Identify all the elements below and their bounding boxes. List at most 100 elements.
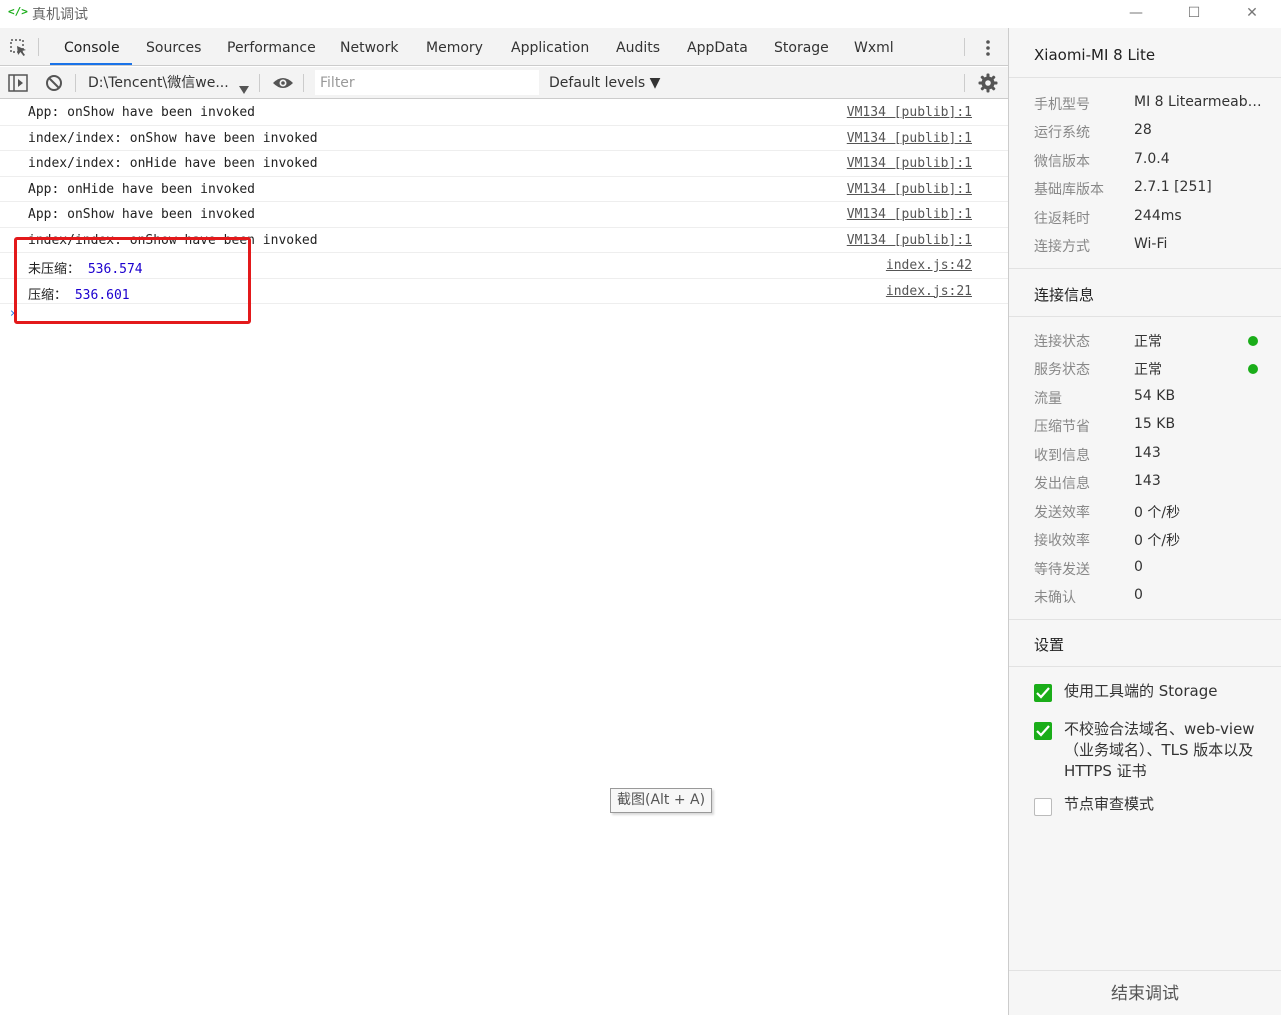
console-settings-gear-icon[interactable] [978,73,998,97]
log-row: App: onShow have been invoked VM134 [pub… [0,202,1008,228]
divider [1009,619,1281,620]
inspect-element-icon[interactable] [10,39,28,61]
divider [1009,268,1281,269]
info-key: 基础库版本 [1034,182,1104,198]
info-row: 基础库版本 2.7.1 [251] [1034,179,1274,207]
info-key: 发出信息 [1034,476,1090,492]
info-value: 143 [1134,473,1161,489]
more-options-icon[interactable] [984,39,992,61]
show-sidebar-icon[interactable] [8,74,28,96]
log-message: index/index: onShow have been invoked [28,130,318,146]
node-inspect-checkbox[interactable] [1034,798,1052,816]
info-value: 7.0.4 [1134,151,1170,167]
info-row: 手机型号 MI 8 Litearmeabi... [1034,94,1274,122]
log-row: index/index: onHide have been invoked VM… [0,151,1008,177]
info-value: 0 [1134,587,1143,603]
tab-wxml[interactable]: Wxml [854,28,894,66]
log-source-link[interactable]: VM134 [publib]:1 [847,131,972,146]
devtools-pane: Console Sources Performance Network Memo… [0,28,1008,1015]
tab-console[interactable]: Console [64,28,120,66]
app-logo-icon: </> [8,5,28,18]
devtools-tab-bar: Console Sources Performance Network Memo… [0,28,1008,66]
log-message: App: onShow have been invoked [28,105,255,120]
divider [1009,316,1281,317]
connection-row: 连接状态 正常 [1034,331,1274,359]
tab-audits[interactable]: Audits [616,28,660,66]
info-value: Wi-Fi [1134,236,1168,252]
log-source-link[interactable]: VM134 [publib]:1 [847,233,972,248]
info-row: 运行系统 28 [1034,122,1274,150]
console-toolbar: D:\Tencent\微信we... Default levels ▼ [0,67,1008,99]
minimize-button[interactable]: — [1125,4,1147,24]
live-expression-eye-icon[interactable] [272,75,294,95]
tabs-divider-right [964,38,965,56]
connection-row: 接收效率 0 个/秒 [1034,530,1274,558]
checkmark-icon [1036,687,1050,699]
info-key: 未确认 [1034,590,1076,606]
tabs-divider [38,38,39,56]
connection-row: 流量 54 KB [1034,388,1274,416]
connection-row: 收到信息 143 [1034,445,1274,473]
maximize-button[interactable]: ☐ [1183,4,1205,24]
info-key: 连接状态 [1034,334,1090,350]
toolbar-divider-3 [303,74,304,92]
connection-row: 等待发送 0 [1034,559,1274,587]
device-panel: Xiaomi-MI 8 Lite 手机型号 MI 8 Litearmeabi...… [1009,28,1281,1015]
connection-section-title: 连接信息 [1034,286,1095,304]
clear-console-icon[interactable] [45,74,63,96]
tab-application[interactable]: Application [511,28,589,66]
log-row: index/index: onShow have been invoked VM… [0,126,1008,151]
settings-section-title: 设置 [1034,636,1065,654]
log-source-link[interactable]: VM134 [publib]:1 [847,207,972,222]
tab-storage[interactable]: Storage [774,28,829,66]
end-debug-button[interactable]: 结束调试 [1009,970,1281,1015]
info-value: 正常 [1134,334,1162,350]
tab-network[interactable]: Network [340,28,398,66]
screenshot-tooltip: 截图(Alt + A) [610,788,713,813]
status-ok-dot-icon [1248,336,1258,346]
info-key: 等待发送 [1034,562,1090,578]
log-message: App: onShow have been invoked [28,207,255,222]
skip-domain-check-label[interactable]: 不校验合法域名、web-view（业务域名）、TLS 版本以及 HTTPS 证书 [1064,719,1269,782]
log-row: App: onHide have been invoked VM134 [pub… [0,177,1008,202]
context-dropdown-icon[interactable] [239,79,249,98]
info-value: 0 [1134,559,1143,575]
info-row: 往返耗时 244ms [1034,208,1274,236]
info-value: 15 KB [1134,416,1176,432]
context-selector[interactable]: D:\Tencent\微信we... [88,67,229,99]
log-source-link[interactable]: VM134 [publib]:1 [847,182,972,197]
status-ok-dot-icon [1248,364,1258,374]
window-title: 真机调试 [32,7,88,23]
node-inspect-label[interactable]: 节点审查模式 [1064,794,1269,815]
connection-row: 发出信息 143 [1034,473,1274,501]
connection-row: 发送效率 0 个/秒 [1034,502,1274,530]
toolbar-divider-2 [259,74,260,92]
info-key: 压缩节省 [1034,419,1090,435]
log-source-link[interactable]: index.js:42 [886,258,972,273]
skip-domain-check-checkbox[interactable] [1034,722,1052,740]
connection-row: 压缩节省 15 KB [1034,416,1274,444]
info-value: 54 KB [1134,388,1176,404]
info-value: 0 个/秒 [1134,505,1181,521]
info-key: 连接方式 [1034,239,1090,255]
tab-performance[interactable]: Performance [227,28,316,66]
device-name: Xiaomi-MI 8 Lite [1034,46,1156,64]
log-levels-dropdown[interactable]: Default levels ▼ [549,67,660,99]
divider [1009,666,1281,667]
log-row: App: onShow have been invoked VM134 [pub… [0,100,1008,126]
filter-input[interactable] [315,70,539,95]
info-key: 往返耗时 [1034,211,1090,227]
divider [1009,77,1281,78]
tab-sources[interactable]: Sources [146,28,201,66]
storage-option-label[interactable]: 使用工具端的 Storage [1064,681,1269,702]
info-key: 运行系统 [1034,125,1090,141]
storage-option-checkbox[interactable] [1034,684,1052,702]
log-source-link[interactable]: VM134 [publib]:1 [847,105,972,120]
close-button[interactable]: ✕ [1241,4,1263,24]
connection-row: 未确认 0 [1034,587,1274,615]
log-source-link[interactable]: VM134 [publib]:1 [847,156,972,171]
log-source-link[interactable]: index.js:21 [886,284,972,299]
tab-memory[interactable]: Memory [426,28,483,66]
tab-appdata[interactable]: AppData [687,28,748,66]
connection-row: 服务状态 正常 [1034,359,1274,387]
